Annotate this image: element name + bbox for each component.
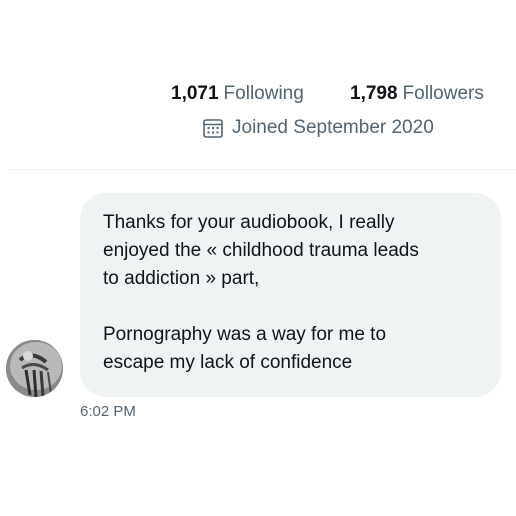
followers-label: Followers: [402, 83, 484, 104]
following-stat[interactable]: 1,071 Following: [171, 80, 304, 108]
divider: [8, 169, 516, 170]
calendar-icon: [202, 117, 224, 139]
following-count: 1,071: [171, 83, 219, 104]
message-line: Thanks for your audiobook, I really: [103, 212, 395, 233]
profile-stats: 1,071 Following 1,798 Followers: [0, 80, 516, 108]
followers-count: 1,798: [350, 83, 398, 104]
message-bubble[interactable]: Thanks for your audiobook, I really enjo…: [80, 193, 501, 397]
message-timestamp: 6:02 PM: [80, 403, 136, 420]
message-line: Pornography was a way for me to: [103, 324, 387, 345]
message-line: to addiction » part,: [103, 268, 260, 289]
following-label: Following: [223, 83, 304, 104]
followers-stat[interactable]: 1,798 Followers: [350, 80, 484, 108]
message-line: enjoyed the « childhood trauma leads: [103, 240, 419, 261]
message-line: escape my lack of confidence: [103, 352, 353, 373]
joined-text: Joined September 2020: [232, 117, 434, 138]
joined-date: Joined September 2020: [202, 114, 434, 142]
avatar[interactable]: [6, 340, 63, 397]
